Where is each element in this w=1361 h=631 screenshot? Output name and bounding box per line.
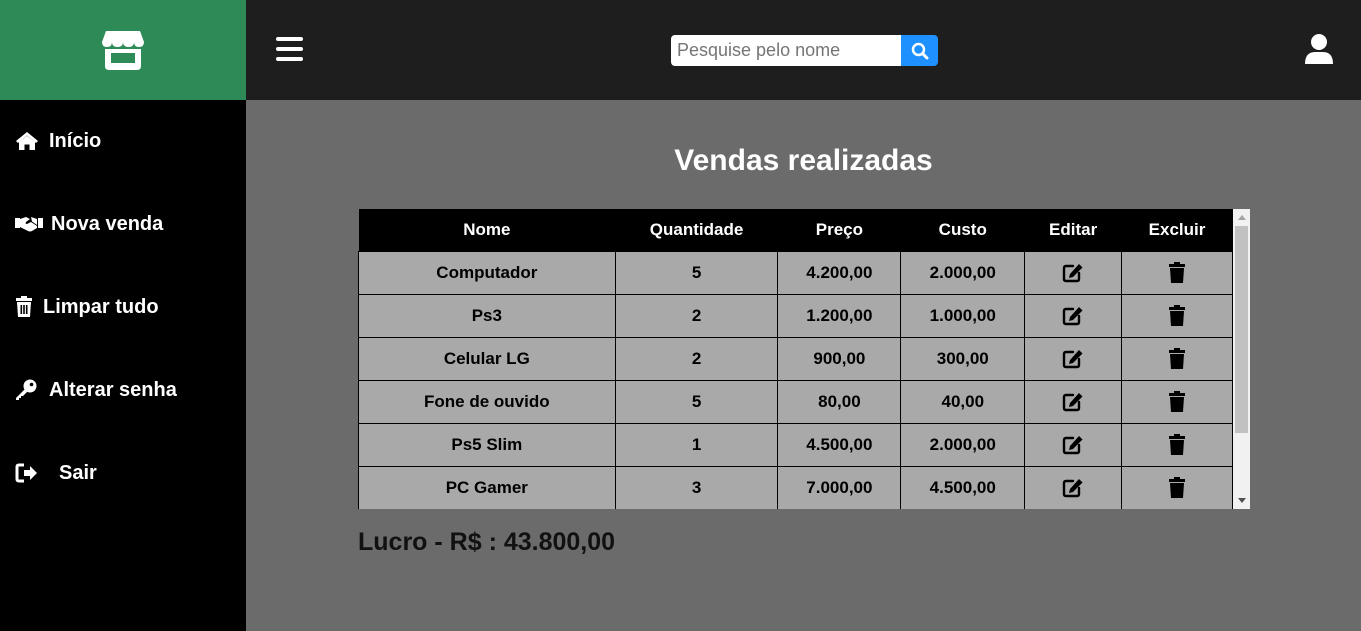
- row-cost-cell: 2.000,00: [900, 250, 1026, 295]
- scroll-up-arrow-icon[interactable]: [1233, 209, 1250, 226]
- table-row: Fone de ouvido 5 80,00 40,00: [358, 379, 1233, 424]
- row-quantity-cell: 2: [614, 336, 779, 381]
- table-scrollbar[interactable]: [1233, 209, 1250, 509]
- edit-icon: [1062, 434, 1084, 454]
- row-quantity-cell: 3: [614, 465, 779, 509]
- row-price-cell: 900,00: [777, 336, 902, 381]
- edit-button[interactable]: [1024, 422, 1123, 467]
- sales-table: Nome Quantidade Preço Custo Editar Exclu…: [358, 209, 1233, 509]
- table-row: Celular LG 2 900,00 300,00: [358, 336, 1233, 381]
- delete-button[interactable]: [1121, 422, 1233, 467]
- edit-icon: [1062, 305, 1084, 325]
- row-price-cell: 4.500,00: [777, 422, 902, 467]
- table-row: Ps3 2 1.200,00 1.000,00: [358, 293, 1233, 338]
- row-price-cell: 1.200,00: [777, 293, 902, 338]
- table-row: Computador 5 4.200,00 2.000,00: [358, 250, 1233, 295]
- page-title: Vendas realizadas: [674, 144, 933, 177]
- logo[interactable]: [0, 0, 246, 100]
- row-price-cell: 80,00: [777, 379, 902, 424]
- row-quantity-cell: 5: [614, 379, 779, 424]
- table-header-row: Nome Quantidade Preço Custo Editar Exclu…: [358, 209, 1233, 251]
- store-icon: [102, 31, 144, 70]
- edit-button[interactable]: [1024, 250, 1123, 295]
- sidebar-item-limpar-tudo[interactable]: Limpar tudo: [15, 292, 159, 322]
- hamburger-icon[interactable]: [276, 37, 304, 63]
- delete-button[interactable]: [1121, 465, 1233, 509]
- row-quantity-cell: 5: [614, 250, 779, 295]
- row-name-cell: PC Gamer: [358, 465, 616, 509]
- delete-button[interactable]: [1121, 336, 1233, 381]
- top-bar: [246, 0, 1361, 100]
- row-price-cell: 4.200,00: [777, 250, 902, 295]
- row-cost-cell: 2.000,00: [900, 422, 1026, 467]
- user-icon[interactable]: [1304, 33, 1334, 65]
- column-header-nome: Nome: [463, 219, 511, 239]
- sidebar-item-label: Limpar tudo: [43, 295, 159, 318]
- row-quantity-cell: 2: [614, 293, 779, 338]
- main-content: Vendas realizadas Nome Quantidade Preço …: [246, 100, 1361, 631]
- sidebar-item-sair[interactable]: Sair: [15, 458, 97, 488]
- trash-icon: [1168, 261, 1186, 283]
- table-row: Ps5 Slim 1 4.500,00 2.000,00: [358, 422, 1233, 467]
- edit-icon: [1062, 477, 1084, 497]
- edit-icon: [1062, 391, 1084, 411]
- row-cost-cell: 40,00: [900, 379, 1026, 424]
- trash-icon: [1168, 347, 1186, 369]
- edit-button[interactable]: [1024, 465, 1123, 509]
- trash-icon: [15, 296, 35, 318]
- sidebar-item-label: Nova venda: [51, 212, 164, 235]
- sidebar-item-inicio[interactable]: Início: [15, 126, 101, 156]
- sales-table-container[interactable]: Nome Quantidade Preço Custo Editar Exclu…: [358, 209, 1250, 509]
- row-name-cell: Ps5 Slim: [358, 422, 616, 467]
- sidebar-item-label: Início: [49, 129, 102, 152]
- sidebar-item-label: Sair: [59, 461, 97, 484]
- row-cost-cell: 1.000,00: [900, 293, 1026, 338]
- row-name-cell: Fone de ouvido: [358, 379, 616, 424]
- sidebar-item-nova-venda[interactable]: Nova venda: [15, 209, 163, 239]
- row-price-cell: 7.000,00: [777, 465, 902, 509]
- row-name-cell: Computador: [358, 250, 616, 295]
- column-header-editar: Editar: [1049, 219, 1098, 239]
- table-body: Computador 5 4.200,00 2.000,00 Ps3 2 1.200,00 1…: [358, 250, 1233, 509]
- scroll-thumb[interactable]: [1235, 226, 1248, 433]
- search-button[interactable]: [901, 35, 938, 66]
- sidebar: Início Nova venda Limpar tudo Alterar se…: [0, 100, 246, 631]
- table-row: PC Gamer 3 7.000,00 4.500,00: [358, 465, 1233, 509]
- column-header-quantidade: Quantidade: [649, 219, 744, 239]
- home-icon: [15, 130, 41, 152]
- delete-button[interactable]: [1121, 293, 1233, 338]
- search-input[interactable]: [671, 35, 901, 66]
- logout-icon: [15, 462, 51, 484]
- key-icon: [15, 379, 41, 401]
- edit-button[interactable]: [1024, 379, 1123, 424]
- trash-icon: [1168, 304, 1186, 326]
- column-header-preco: Preço: [815, 219, 864, 239]
- trash-icon: [1168, 433, 1186, 455]
- trash-icon: [1168, 476, 1186, 498]
- row-quantity-cell: 1: [614, 422, 779, 467]
- profit-summary: Lucro - R$ : 43.800,00: [358, 528, 616, 556]
- trash-icon: [1168, 390, 1186, 412]
- row-name-cell: Celular LG: [358, 336, 616, 381]
- edit-icon: [1062, 348, 1084, 368]
- edit-button[interactable]: [1024, 336, 1123, 381]
- row-cost-cell: 4.500,00: [900, 465, 1026, 509]
- handshake-icon: [15, 213, 43, 235]
- edit-icon: [1062, 262, 1084, 282]
- delete-button[interactable]: [1121, 250, 1233, 295]
- column-header-custo: Custo: [938, 219, 987, 239]
- search-icon: [911, 42, 928, 59]
- scroll-down-arrow-icon[interactable]: [1233, 492, 1250, 509]
- row-cost-cell: 300,00: [900, 336, 1026, 381]
- column-header-excluir: Excluir: [1148, 219, 1206, 239]
- sidebar-item-label: Alterar senha: [49, 378, 177, 401]
- row-name-cell: Ps3: [358, 293, 616, 338]
- edit-button[interactable]: [1024, 293, 1123, 338]
- sidebar-item-alterar-senha[interactable]: Alterar senha: [15, 375, 177, 405]
- delete-button[interactable]: [1121, 379, 1233, 424]
- search-bar: [671, 35, 938, 66]
